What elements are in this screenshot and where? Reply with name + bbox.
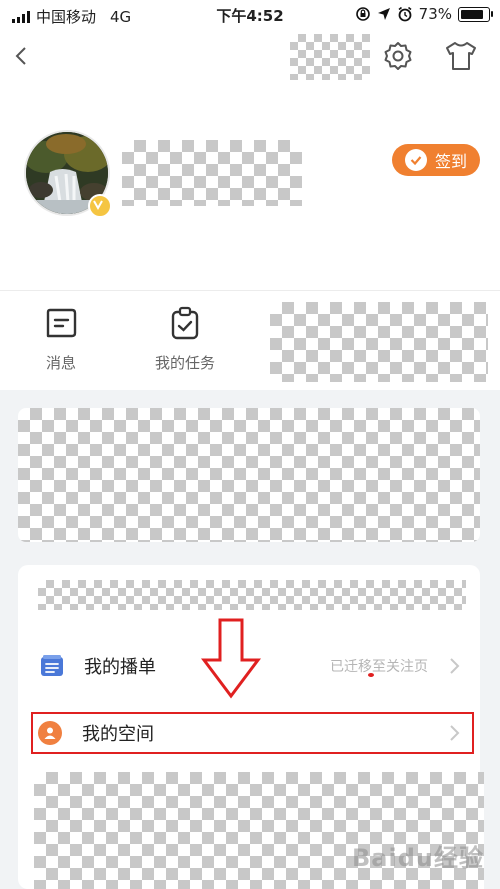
shirt-icon[interactable] [444,40,478,72]
settings-gear-icon[interactable] [382,40,414,72]
quick-action-label: 消息 [45,354,76,372]
header-title-image [290,34,370,80]
alarm-icon [398,6,412,22]
annotation-dot [368,673,374,677]
quick-action-redacted-image [270,302,488,382]
menu-item-subtext: 已迁移至关注页 [330,659,428,675]
menu-item-label: 我的播单 [84,657,156,678]
status-right: 73% [355,5,493,23]
highlight-box [31,712,474,754]
quick-action-tasks[interactable]: 我的任务 [140,306,230,373]
banner-image[interactable] [18,408,480,542]
playlist-icon [41,655,63,676]
username-image [122,140,302,206]
back-icon[interactable] [10,42,34,70]
signin-button[interactable]: 签到 [392,144,480,176]
divider [0,290,500,291]
status-bar: 中国移动 4G 下午4:52 73% [0,0,500,30]
rotation-lock-icon [355,7,370,21]
task-clipboard-icon [171,306,199,340]
signin-label: 签到 [434,152,467,171]
location-icon [377,8,390,20]
battery-icon [458,6,493,22]
chevron-right-icon [450,658,460,674]
quick-action-label: 我的任务 [154,354,215,372]
battery-percent: 73% [418,5,452,23]
verified-badge-icon [88,194,112,218]
message-icon [46,308,77,338]
watermark: Baidu经验 [352,844,484,872]
check-icon [404,149,427,171]
card-header-image [38,580,466,610]
down-arrow-annotation-icon [201,618,261,699]
quick-action-messages[interactable]: 消息 [16,306,106,373]
